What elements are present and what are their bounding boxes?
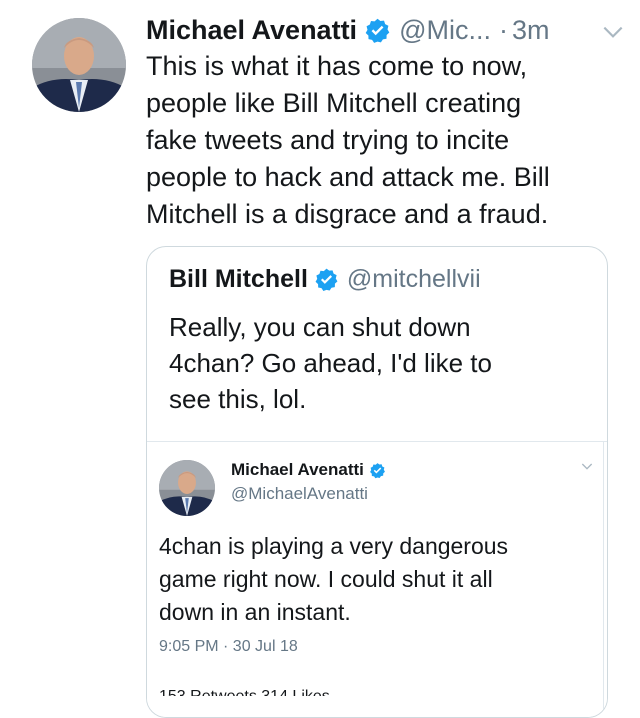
quoted-header: Bill Mitchell @mitchellvii <box>169 265 481 294</box>
author-handle[interactable]: @Mic... <box>399 15 491 46</box>
embedded-tweet-card: Michael Avenatti @MichaelAvenatti 4chan … <box>147 442 604 717</box>
separator-dot: · <box>498 14 508 45</box>
verified-badge-icon <box>369 462 386 479</box>
quoted-text: Really, you can shut down 4chan? Go ahea… <box>169 312 492 414</box>
tweet-time[interactable]: 3m <box>512 15 550 46</box>
embedded-tweet-text: 4chan is playing a very dangerous game r… <box>159 533 509 625</box>
embedded-tweet-image: Michael Avenatti @MichaelAvenatti 4chan … <box>147 441 607 717</box>
embedded-name-row: Michael Avenatti <box>231 460 394 480</box>
embedded-author-handle: @MichaelAvenatti <box>231 484 368 503</box>
tweet-text: This is what it has come to now, people … <box>146 51 550 229</box>
embedded-author-name: Michael Avenatti <box>231 460 364 479</box>
author-avatar[interactable] <box>32 18 126 112</box>
tweet-header: Michael Avenatti @Mic... · 3m <box>146 10 626 50</box>
author-name[interactable]: Michael Avenatti <box>146 15 357 46</box>
quoted-author-name: Bill Mitchell <box>169 265 308 293</box>
verified-badge-icon <box>314 267 339 292</box>
chevron-down-icon <box>579 458 595 474</box>
quoted-tweet[interactable]: Bill Mitchell @mitchellvii Really, you c… <box>146 246 608 718</box>
embedded-stats: 153 Retweets 314 Likes <box>159 688 330 705</box>
tweet[interactable]: Michael Avenatti @Mic... · 3m This is wh… <box>0 0 640 718</box>
chevron-down-icon[interactable] <box>600 19 626 45</box>
embedded-author-avatar <box>159 460 215 516</box>
verified-badge-icon <box>364 17 391 44</box>
avatar-image <box>32 18 126 112</box>
embedded-timestamp: 9:05 PM · 30 Jul 18 <box>159 638 298 655</box>
quoted-author-handle: @mitchellvii <box>346 265 481 293</box>
